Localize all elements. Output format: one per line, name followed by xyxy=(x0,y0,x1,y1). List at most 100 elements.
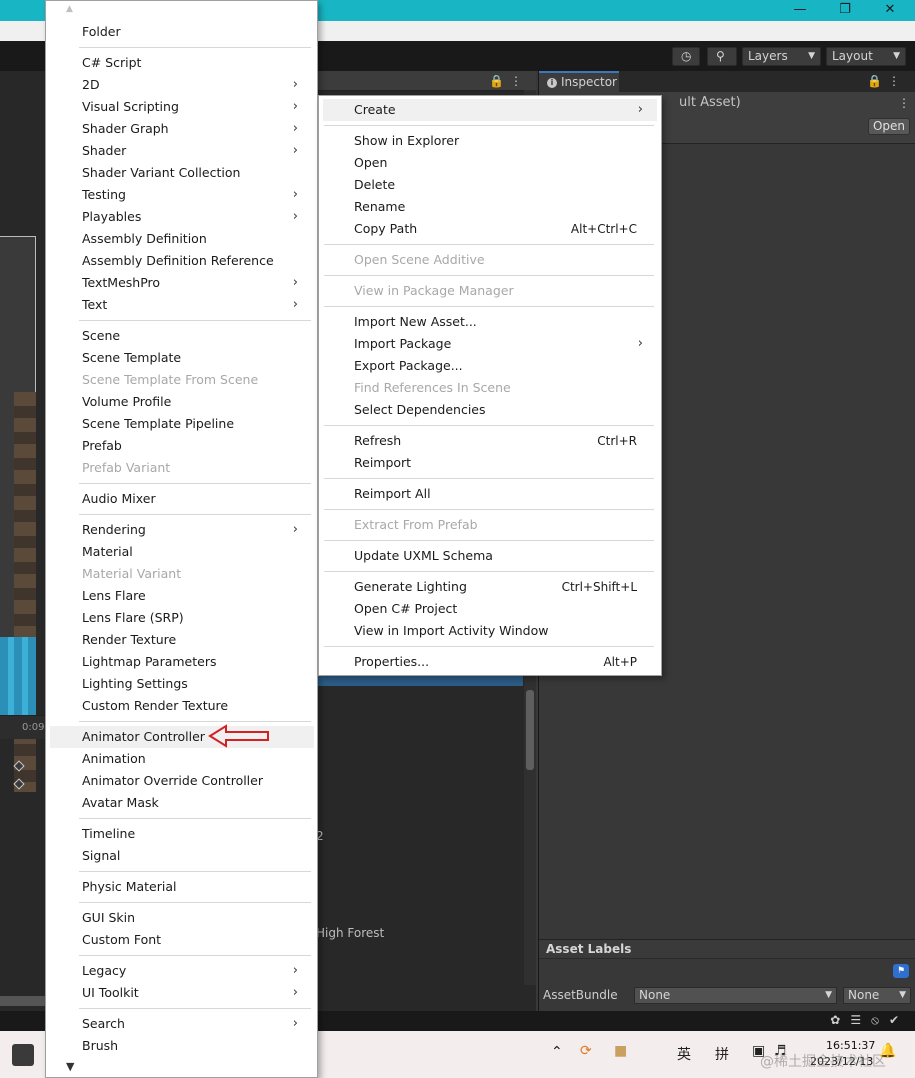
context-menu-item-open-c-project[interactable]: Open C# Project xyxy=(323,598,657,620)
create-menu-item-animation[interactable]: Animation xyxy=(50,748,314,770)
create-menu-item-lighting-settings[interactable]: Lighting Settings xyxy=(50,673,314,695)
create-menu-item-scene-template-pipeline[interactable]: Scene Template Pipeline xyxy=(50,413,314,435)
animation-timeline[interactable]: 0:09 xyxy=(0,715,50,739)
create-menu-item-ui-toolkit[interactable]: UI Toolkit › xyxy=(50,982,314,1004)
context-menu-item-refresh[interactable]: Refresh Ctrl+R xyxy=(323,430,657,452)
scrollbar-thumb[interactable] xyxy=(526,690,534,770)
create-menu-item-custom-font[interactable]: Custom Font xyxy=(50,929,314,951)
context-menu-item-reimport-all[interactable]: Reimport All xyxy=(323,483,657,505)
lock-icon[interactable]: 🔒 xyxy=(867,74,888,88)
context-menu-item-export-package[interactable]: Export Package... xyxy=(323,355,657,377)
ime-english-indicator[interactable]: 英 xyxy=(677,1044,691,1064)
create-menu-item-shader-variant-collection[interactable]: Shader Variant Collection xyxy=(50,162,314,184)
create-menu-item-gui-skin[interactable]: GUI Skin xyxy=(50,907,314,929)
check-icon[interactable]: ✔ xyxy=(889,1013,909,1027)
create-menu-item-render-texture[interactable]: Render Texture xyxy=(50,629,314,651)
layout-dropdown[interactable]: Layout ▼ xyxy=(826,47,906,66)
create-menu-item-timeline[interactable]: Timeline xyxy=(50,823,314,845)
variant-dropdown[interactable]: None ▼ xyxy=(843,987,911,1004)
asset-labels-header[interactable]: Asset Labels xyxy=(539,939,915,959)
create-menu-item-custom-render-texture[interactable]: Custom Render Texture xyxy=(50,695,314,717)
create-menu-item-lightmap-parameters[interactable]: Lightmap Parameters xyxy=(50,651,314,673)
more-icon[interactable]: ⋮ xyxy=(898,96,910,110)
more-icon[interactable]: ⋮ xyxy=(888,74,906,88)
create-menu-item-2d[interactable]: 2D › xyxy=(50,74,314,96)
create-menu-item-testing[interactable]: Testing › xyxy=(50,184,314,206)
context-menu-item-copy-path[interactable]: Copy Path Alt+Ctrl+C xyxy=(323,218,657,240)
scene-view[interactable] xyxy=(0,236,36,792)
create-menu-item-audio-mixer[interactable]: Audio Mixer xyxy=(50,488,314,510)
create-menu-item-lens-flare[interactable]: Lens Flare xyxy=(50,585,314,607)
selected-row[interactable] xyxy=(318,675,523,686)
history-button[interactable]: ◷ xyxy=(672,47,700,66)
search-button[interactable]: ⚲ xyxy=(707,47,737,66)
create-menu-item-prefab-variant: Prefab Variant xyxy=(50,457,314,479)
create-menu-item-physic-material[interactable]: Physic Material xyxy=(50,876,314,898)
context-menu-item-open[interactable]: Open xyxy=(323,152,657,174)
context-menu-item-select-dependencies[interactable]: Select Dependencies xyxy=(323,399,657,421)
lock-icon[interactable]: 🔒 xyxy=(489,74,510,88)
more-icon[interactable]: ⋮ xyxy=(510,74,528,88)
create-menu-item-playables[interactable]: Playables › xyxy=(50,206,314,228)
unity-taskbar-icon[interactable] xyxy=(12,1044,34,1066)
project-folder-high-forest[interactable]: High Forest xyxy=(316,926,384,940)
app-tray-icon[interactable]: ■ xyxy=(614,1043,627,1059)
create-menu-item-animator-override-controller[interactable]: Animator Override Controller xyxy=(50,770,314,792)
create-menu-item-brush[interactable]: Brush xyxy=(50,1035,314,1057)
chevron-up-icon[interactable]: ⌃ xyxy=(551,1044,563,1060)
tab-inspector[interactable]: i Inspector xyxy=(539,71,619,92)
context-menu-item-reimport[interactable]: Reimport xyxy=(323,452,657,474)
notification-icon[interactable]: 🔔 xyxy=(879,1043,896,1059)
sync-icon[interactable]: ⟳ xyxy=(580,1043,592,1059)
open-button[interactable]: Open xyxy=(868,118,910,135)
create-menu-item-signal[interactable]: Signal xyxy=(50,845,314,867)
menu-item-label: 2D xyxy=(82,77,100,92)
minimize-icon[interactable]: — xyxy=(777,0,823,21)
menu-item-label: Render Texture xyxy=(82,632,177,647)
create-menu-item-text[interactable]: Text › xyxy=(50,294,314,316)
create-menu-item-prefab[interactable]: Prefab xyxy=(50,435,314,457)
scroll-down-icon[interactable]: ▼ xyxy=(66,1060,74,1073)
create-menu-item-textmeshpro[interactable]: TextMeshPro › xyxy=(50,272,314,294)
create-menu-item-lens-flare-srp[interactable]: Lens Flare (SRP) xyxy=(50,607,314,629)
create-menu-item-folder[interactable]: Folder xyxy=(50,21,314,43)
create-menu-item-assembly-definition-reference[interactable]: Assembly Definition Reference xyxy=(50,250,314,272)
create-menu-item-search[interactable]: Search › xyxy=(50,1013,314,1035)
create-menu-item-volume-profile[interactable]: Volume Profile xyxy=(50,391,314,413)
create-menu-item-material[interactable]: Material xyxy=(50,541,314,563)
create-menu-item-shader-graph[interactable]: Shader Graph › xyxy=(50,118,314,140)
menu-item-label: Animator Controller xyxy=(82,729,205,744)
chevron-right-icon: › xyxy=(292,1016,298,1031)
create-menu-item-scene[interactable]: Scene xyxy=(50,325,314,347)
close-icon[interactable]: ✕ xyxy=(867,0,913,21)
no-cache-icon[interactable]: ⦸ xyxy=(871,1013,889,1027)
context-menu-item-import-new-asset[interactable]: Import New Asset... xyxy=(323,311,657,333)
create-menu-item-visual-scripting[interactable]: Visual Scripting › xyxy=(50,96,314,118)
create-menu-item-legacy[interactable]: Legacy › xyxy=(50,960,314,982)
bug-icon[interactable]: ✿ xyxy=(830,1013,850,1027)
assetbundle-dropdown[interactable]: None ▼ xyxy=(634,987,837,1004)
create-menu-item-rendering[interactable]: Rendering › xyxy=(50,519,314,541)
timeline-time-label: 0:09 xyxy=(22,722,45,733)
create-menu-item-animator-controller[interactable]: Animator Controller xyxy=(50,726,314,748)
context-menu-item-properties[interactable]: Properties... Alt+P xyxy=(323,651,657,673)
create-menu-item-c-script[interactable]: C# Script xyxy=(50,52,314,74)
context-menu-item-view-in-import-activity-window[interactable]: View in Import Activity Window xyxy=(323,620,657,642)
tag-icon[interactable]: ⚑ xyxy=(893,964,909,978)
context-menu-item-update-uxml-schema[interactable]: Update UXML Schema xyxy=(323,545,657,567)
context-menu-item-import-package[interactable]: Import Package › xyxy=(323,333,657,355)
context-menu-item-delete[interactable]: Delete xyxy=(323,174,657,196)
create-menu-item-avatar-mask[interactable]: Avatar Mask xyxy=(50,792,314,814)
context-menu-item-show-in-explorer[interactable]: Show in Explorer xyxy=(323,130,657,152)
restore-icon[interactable]: ❐ xyxy=(822,0,868,21)
layers-dropdown[interactable]: Layers ▼ xyxy=(742,47,821,66)
ime-pinyin-indicator[interactable]: 拼 xyxy=(715,1044,729,1064)
create-menu-item-scene-template[interactable]: Scene Template xyxy=(50,347,314,369)
create-menu-item-assembly-definition[interactable]: Assembly Definition xyxy=(50,228,314,250)
create-menu-item-shader[interactable]: Shader › xyxy=(50,140,314,162)
layers-icon[interactable]: ☰ xyxy=(850,1013,871,1027)
scroll-up-icon[interactable]: ▲ xyxy=(66,4,73,14)
context-menu-item-generate-lighting[interactable]: Generate Lighting Ctrl+Shift+L xyxy=(323,576,657,598)
context-menu-item-create[interactable]: Create › xyxy=(323,99,657,121)
context-menu-item-rename[interactable]: Rename xyxy=(323,196,657,218)
